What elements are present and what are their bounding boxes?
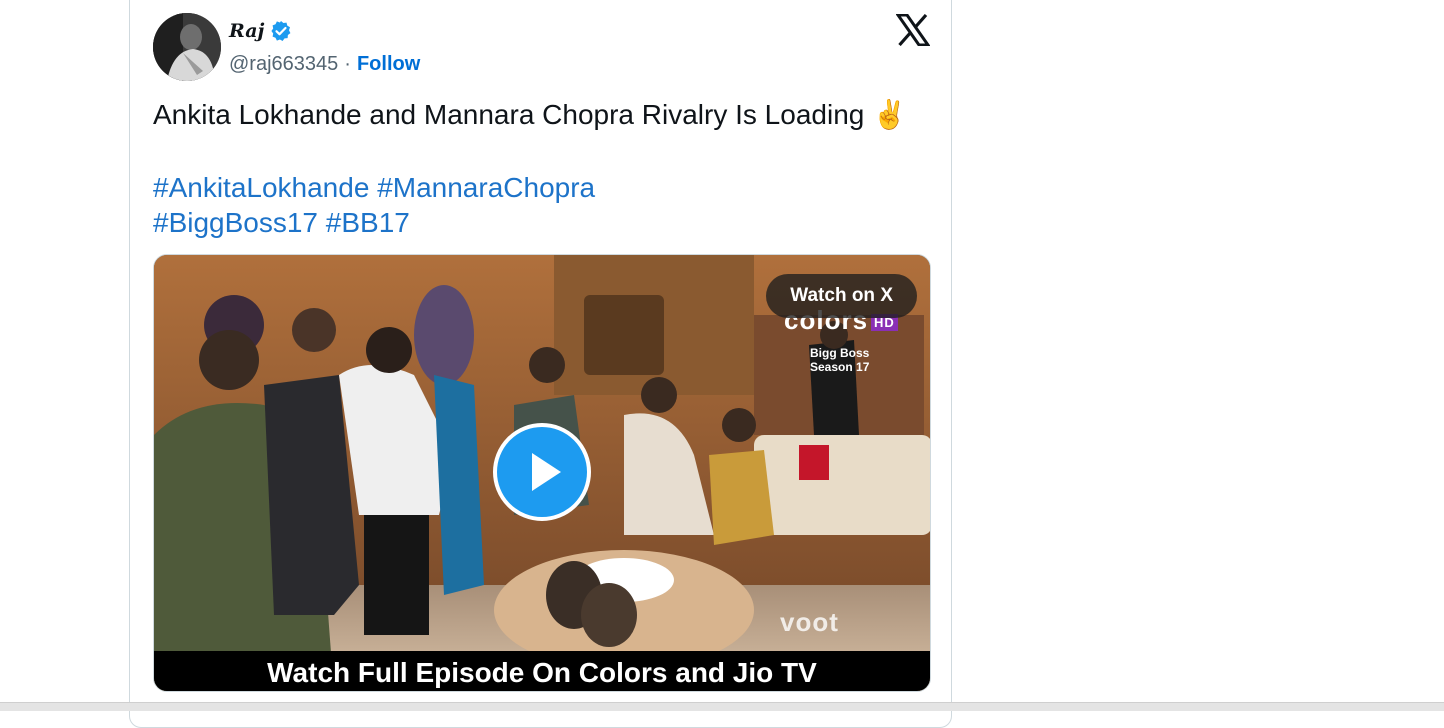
- hashtag-link[interactable]: #BB17: [326, 207, 410, 238]
- watermark: voot: [780, 607, 839, 637]
- x-logo-icon[interactable]: [896, 14, 930, 46]
- hashtags: #AnkitaLokhande #MannaraChopra #BiggBoss…: [153, 170, 595, 240]
- video-player[interactable]: colors HD Bigg Boss Season 17 voot Watch …: [153, 254, 931, 692]
- separator-dot: ·: [344, 53, 351, 75]
- watch-on-x-button[interactable]: Watch on X: [766, 274, 917, 318]
- video-caption: Watch Full Episode On Colors and Jio TV: [154, 651, 930, 691]
- hashtag-link[interactable]: #AnkitaLokhande: [153, 172, 369, 203]
- play-icon: [532, 453, 561, 491]
- author-row: Raj: [229, 20, 292, 42]
- season-line-1: Bigg Boss: [810, 346, 870, 360]
- tweet-text: Ankita Lokhande and Mannara Chopra Rival…: [153, 99, 907, 130]
- hashtag-line-2: #BiggBoss17 #BB17: [153, 205, 595, 240]
- author-handle[interactable]: @raj663345: [229, 53, 338, 76]
- season-line-2: Season 17: [810, 360, 870, 374]
- hashtag-link[interactable]: #BiggBoss17: [153, 207, 318, 238]
- hashtag-line-1: #AnkitaLokhande #MannaraChopra: [153, 170, 595, 205]
- verified-badge-icon: [271, 21, 291, 41]
- season-overlay: Bigg Boss Season 17: [810, 346, 869, 374]
- follow-button[interactable]: Follow: [357, 53, 420, 76]
- hashtag-link[interactable]: #MannaraChopra: [377, 172, 595, 203]
- handle-row: @raj663345 · Follow: [229, 53, 420, 76]
- author-name[interactable]: Raj: [229, 20, 264, 42]
- play-button[interactable]: [493, 423, 591, 521]
- avatar[interactable]: [153, 13, 221, 81]
